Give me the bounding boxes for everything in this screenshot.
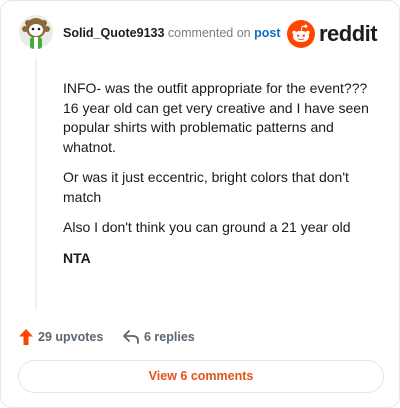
upvote-arrow-icon bbox=[19, 329, 33, 345]
action-text: commented on bbox=[167, 26, 251, 40]
reply-count: 6 replies bbox=[144, 330, 195, 344]
reply-arrow-icon bbox=[123, 330, 139, 344]
reddit-snoo-icon bbox=[287, 20, 315, 48]
reddit-logo[interactable]: reddit bbox=[287, 20, 383, 48]
username[interactable]: Solid_Quote9133 bbox=[63, 26, 164, 40]
comment-header: Solid_Quote9133 commented on post reddit bbox=[19, 15, 383, 51]
comment-verdict: NTA bbox=[63, 249, 91, 266]
avatar[interactable] bbox=[19, 15, 53, 49]
comment-paragraph: Or was it just eccentric, bright colors … bbox=[63, 169, 349, 205]
logo-text: reddit bbox=[319, 21, 378, 46]
thread-line bbox=[35, 59, 37, 309]
upvote-count: 29 upvotes bbox=[38, 330, 104, 344]
comment-meta: Solid_Quote9133 commented on post bbox=[63, 26, 280, 40]
comment-card: Solid_Quote9133 commented on post reddit… bbox=[0, 0, 400, 408]
comment-body: INFO- was the outfit appropriate for the… bbox=[63, 79, 383, 279]
comment-paragraph: INFO- was the outfit appropriate for the… bbox=[63, 80, 369, 155]
comment-paragraph: Also I don't think you can ground a 21 y… bbox=[63, 219, 351, 235]
post-link[interactable]: post bbox=[254, 26, 280, 40]
view-comments-button[interactable]: View 6 comments bbox=[18, 360, 384, 393]
